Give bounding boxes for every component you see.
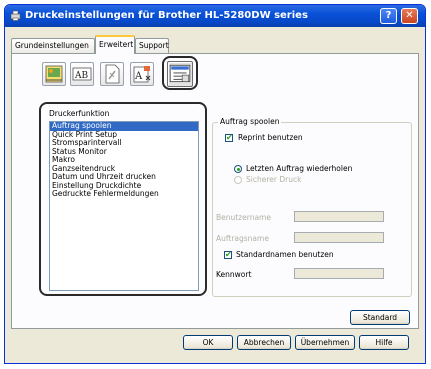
advanced-tab-panel: AB A Druckerfunktion Auftrag spoolen Qui… (11, 53, 419, 329)
apply-button[interactable]: Übernehmen (295, 335, 355, 350)
graphics-settings-button[interactable] (42, 62, 66, 86)
standard-button[interactable]: Standard (350, 310, 410, 325)
reprint-checkbox[interactable] (225, 133, 233, 142)
spool-group-title: Auftrag spoolen (218, 117, 282, 126)
title-bar[interactable]: Druckeinstellungen für Brother HL-5280DW… (5, 5, 425, 27)
password-field[interactable] (294, 268, 384, 279)
ok-button[interactable]: OK (183, 335, 233, 350)
secure-print-radio[interactable] (234, 176, 242, 184)
watermark-page-icon (105, 64, 120, 84)
help-title-button[interactable]: ? (380, 8, 397, 24)
page-header-icon: A (133, 66, 151, 83)
printer-preferences-dialog: Druckeinstellungen für Brother HL-5280DW… (4, 4, 426, 364)
printer-function-list[interactable]: Auftrag spoolen Quick Print Setup Stroms… (49, 121, 199, 291)
graphics-icon (45, 65, 63, 83)
text-settings-button[interactable]: AB (70, 62, 94, 86)
window-title: Druckeinstellungen für Brother HL-5280DW… (25, 10, 308, 21)
tab-support[interactable]: Support (135, 38, 169, 53)
last-job-label: Letzten Auftrag wiederholen (246, 164, 353, 173)
jobname-label: Auftragsname (216, 234, 269, 243)
svg-text:A: A (134, 71, 143, 82)
header-footer-button[interactable]: A (130, 62, 154, 86)
printer-app-icon (10, 10, 21, 21)
device-options-icon (169, 64, 191, 83)
password-label: Kennwort (216, 270, 252, 279)
watermark-settings-button[interactable] (100, 62, 124, 86)
device-options-button[interactable] (167, 61, 193, 87)
jobname-field[interactable] (294, 232, 384, 243)
ab-text-icon: AB (72, 67, 92, 81)
help-button[interactable]: Hilfe (359, 335, 409, 350)
reprint-label: Reprint benutzen (238, 133, 303, 142)
username-label: Benutzername (216, 213, 271, 222)
standard-names-label: Standardnamen benutzen (236, 250, 334, 259)
svg-text:AB: AB (74, 71, 88, 81)
printer-function-group: Druckerfunktion Auftrag spoolen Quick Pr… (39, 102, 207, 296)
secure-print-label: Sicherer Druck (246, 175, 302, 184)
last-job-radio[interactable] (234, 165, 242, 173)
tab-erweitert[interactable]: Erweitert (95, 35, 135, 54)
printer-function-label: Druckerfunktion (49, 109, 110, 118)
close-button[interactable]: ✕ (401, 8, 418, 24)
list-item[interactable]: Gedruckte Fehlermeldungen (50, 189, 198, 199)
standard-names-checkbox[interactable] (224, 250, 232, 259)
tab-grundeinstellungen[interactable]: Grundeinstellungen (11, 38, 95, 53)
cancel-button[interactable]: Abbrechen (237, 335, 291, 350)
username-field[interactable] (294, 211, 384, 222)
